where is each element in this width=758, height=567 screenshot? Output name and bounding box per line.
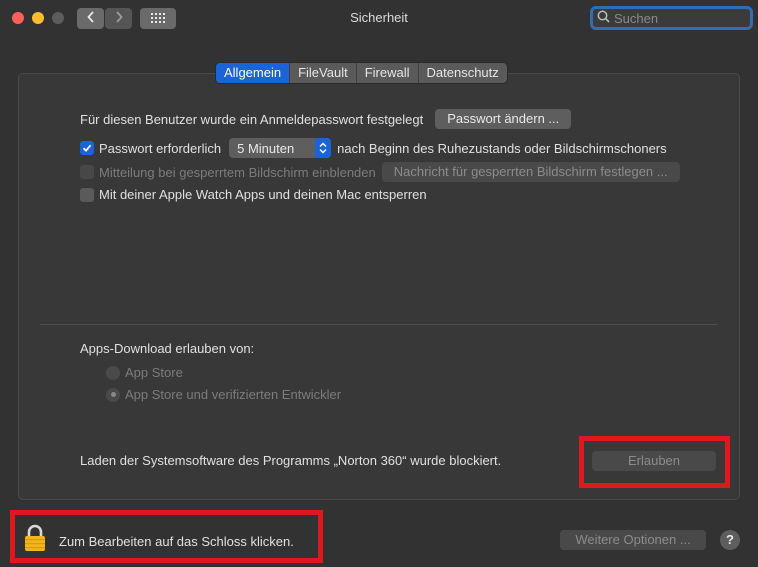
lock-message-checkbox[interactable] [80, 165, 94, 179]
lock-message-label: Mitteilung bei gesperrtem Bildschirm ein… [99, 164, 376, 180]
downloads-option-app-store: App Store [106, 365, 183, 380]
apple-watch-row: Mit deiner Apple Watch Apps und deinen M… [80, 187, 427, 202]
lock-message-button[interactable]: Nachricht für gesperrten Bildschirm fest… [381, 162, 680, 182]
password-delay-value: 5 Minuten [237, 140, 295, 156]
radio-app-store-label: App Store [125, 365, 183, 380]
password-set-label: Für diesen Benutzer wurde ein Anmeldepas… [80, 111, 424, 127]
apple-watch-checkbox[interactable] [80, 187, 94, 202]
downloads-heading-label: Apps-Download erlauben von: [80, 341, 255, 356]
checkmark-icon [82, 144, 92, 153]
apple-watch-label: Mit deiner Apple Watch Apps und deinen M… [99, 187, 427, 202]
search-icon [597, 10, 610, 26]
require-password-checkbox[interactable] [80, 141, 94, 155]
search-input[interactable] [614, 10, 744, 26]
lock-highlight-box [10, 510, 323, 563]
search-field[interactable] [590, 6, 753, 30]
section-divider [40, 324, 717, 325]
lock-message-row: Mitteilung bei gesperrtem Bildschirm ein… [80, 162, 680, 182]
tab-firewall[interactable]: Firewall [357, 63, 419, 83]
tab-bar: Allgemein FileVault Firewall Datenschutz [216, 63, 507, 83]
password-delay-select[interactable]: 5 Minuten [229, 138, 332, 158]
tab-allgemein[interactable]: Allgemein [216, 63, 291, 83]
blocked-message: Laden der Systemsoftware des Programms „… [80, 453, 502, 468]
downloads-heading: Apps-Download erlauben von: [80, 341, 254, 356]
change-password-button[interactable]: Passwort ändern ... [435, 109, 572, 129]
require-password-suffix: nach Beginn des Ruhezustands oder Bildsc… [337, 140, 667, 156]
radio-app-store[interactable] [106, 365, 120, 380]
password-row: Für diesen Benutzer wurde ein Anmeldepas… [80, 109, 572, 129]
require-password-label: Passwort erforderlich [99, 140, 222, 156]
radio-verified-developers[interactable] [106, 387, 120, 402]
stepper-arrows-icon [315, 138, 332, 158]
more-options-button[interactable]: Weitere Optionen ... [560, 530, 706, 550]
blocked-row: Laden der Systemsoftware des Programms „… [80, 453, 501, 468]
help-button[interactable]: ? [720, 530, 740, 550]
title-bar: Sicherheit [0, 0, 758, 36]
tab-filevault[interactable]: FileVault [290, 63, 357, 83]
downloads-option-verified: App Store und verifizierten Entwickler [106, 387, 341, 402]
tab-datenschutz[interactable]: Datenschutz [419, 63, 507, 83]
radio-verified-label: App Store und verifizierten Entwickler [125, 387, 342, 402]
require-password-row: Passwort erforderlich 5 Minuten nach Beg… [80, 138, 667, 158]
allow-highlight-box [579, 436, 730, 488]
